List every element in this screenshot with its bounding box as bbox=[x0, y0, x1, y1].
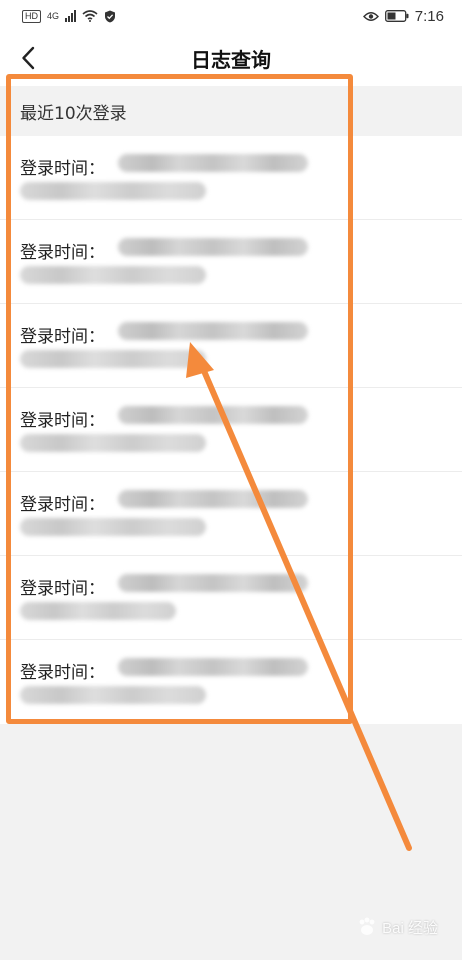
watermark: Bai 经验 bbox=[356, 916, 438, 938]
login-time-label: 登录时间： bbox=[20, 243, 105, 263]
redacted-time bbox=[118, 406, 308, 424]
redacted-detail bbox=[20, 182, 206, 200]
battery-icon bbox=[384, 10, 409, 22]
list-item: 登录时间： bbox=[0, 640, 462, 724]
redacted-detail bbox=[20, 434, 206, 452]
list-item: 登录时间： bbox=[0, 388, 462, 472]
redacted-time bbox=[118, 322, 308, 340]
redacted-time bbox=[118, 574, 308, 592]
watermark-text: Bai 经验 bbox=[382, 919, 438, 937]
list-item: 登录时间： bbox=[0, 472, 462, 556]
login-time-label: 登录时间： bbox=[20, 159, 105, 179]
page-title: 日志查询 bbox=[191, 48, 271, 72]
list-item: 登录时间： bbox=[0, 220, 462, 304]
redacted-time bbox=[118, 658, 308, 676]
redacted-detail bbox=[20, 602, 176, 620]
status-left: HD 4G bbox=[22, 9, 116, 23]
redacted-detail bbox=[20, 518, 206, 536]
login-time-label: 登录时间： bbox=[20, 327, 105, 347]
status-right: 7:16 bbox=[362, 7, 444, 25]
login-time-label: 登录时间： bbox=[20, 579, 105, 599]
list-item: 登录时间： bbox=[0, 304, 462, 388]
list-item: 登录时间： bbox=[0, 136, 462, 220]
nav-bar: 日志查询 bbox=[0, 32, 462, 86]
eye-icon bbox=[362, 11, 379, 21]
list-item: 登录时间： bbox=[0, 556, 462, 640]
login-log-list: 登录时间： 登录时间： 登录时间： 登录时间： 登录时间： 登录时间： 登录时间… bbox=[0, 136, 462, 724]
redacted-time bbox=[118, 490, 308, 508]
wifi-icon bbox=[82, 10, 98, 22]
clock: 7:16 bbox=[414, 7, 444, 25]
redacted-time bbox=[118, 154, 308, 172]
shield-icon bbox=[105, 10, 116, 22]
hd-badge: HD bbox=[22, 9, 41, 23]
redacted-time bbox=[118, 238, 308, 256]
status-bar: HD 4G 7:16 bbox=[0, 0, 462, 32]
network-type: 4G bbox=[47, 11, 60, 21]
section-title: 最近10次登录 bbox=[20, 103, 127, 124]
section-header: 最近10次登录 bbox=[0, 86, 462, 136]
paw-logo-icon bbox=[359, 917, 375, 935]
login-time-label: 登录时间： bbox=[20, 663, 105, 683]
login-time-label: 登录时间： bbox=[20, 495, 105, 515]
redacted-detail bbox=[20, 350, 206, 368]
signal-icon bbox=[65, 10, 77, 22]
redacted-detail bbox=[20, 266, 206, 284]
login-time-label: 登录时间： bbox=[20, 411, 105, 431]
redacted-detail bbox=[20, 686, 206, 704]
